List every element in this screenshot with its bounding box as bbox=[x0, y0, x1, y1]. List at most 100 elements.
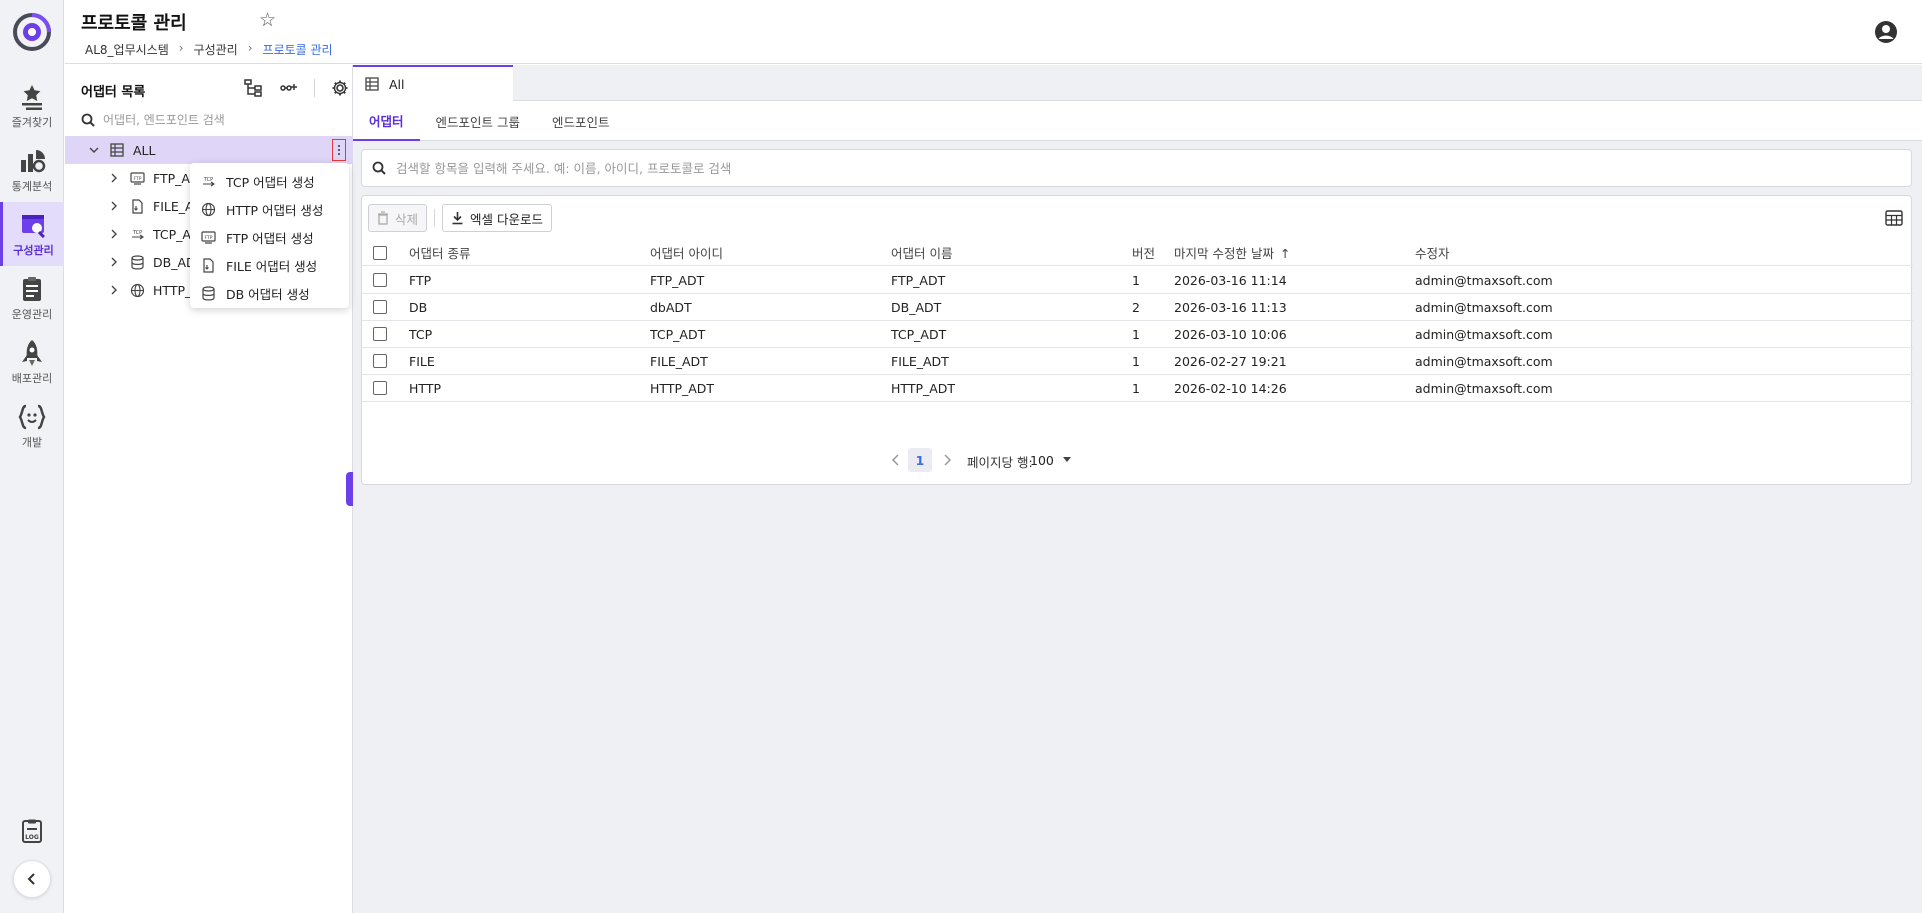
menu-item-create-ftp[interactable]: FTP FTP 어댑터 생성 bbox=[190, 223, 349, 251]
account-icon[interactable] bbox=[1874, 20, 1898, 44]
select-all-checkbox[interactable] bbox=[373, 246, 387, 260]
list-table-icon bbox=[365, 77, 379, 91]
rail-item-configuration[interactable]: 구성관리 bbox=[0, 202, 64, 266]
chevron-down-icon[interactable] bbox=[87, 143, 101, 157]
table-row[interactable]: DB dbADT DB_ADT 2 2026-03-16 11:13 admin@tmax… bbox=[362, 294, 1913, 321]
row-checkbox[interactable] bbox=[373, 327, 387, 341]
menu-item-create-http[interactable]: HTTP 어댑터 생성 bbox=[190, 195, 349, 223]
cell-modified: 2026-03-16 11:13 bbox=[1174, 299, 1287, 315]
chevron-right-icon[interactable] bbox=[107, 199, 121, 213]
cell-type: FILE bbox=[409, 353, 435, 369]
main-content: All 어댑터 엔드포인트 그룹 엔드포인트 삭제 엑셀 다운로드 어댑터 종류… bbox=[353, 65, 1922, 913]
cell-modified: 2026-03-16 11:14 bbox=[1174, 272, 1287, 288]
menu-item-create-db[interactable]: DB 어댑터 생성 bbox=[190, 279, 349, 307]
collapse-rail-button[interactable] bbox=[13, 860, 51, 898]
rocket-icon bbox=[22, 340, 42, 366]
cell-id: FTP_ADT bbox=[650, 272, 705, 288]
column-settings-icon[interactable] bbox=[1885, 209, 1903, 227]
breadcrumb-item[interactable]: AL8_업무시스템 bbox=[85, 41, 169, 58]
rail-item-statistics[interactable]: 통계분석 bbox=[0, 138, 64, 202]
row-checkbox[interactable] bbox=[373, 273, 387, 287]
column-header-id[interactable]: 어댑터 아이디 bbox=[650, 243, 723, 262]
cell-name: DB_ADT bbox=[891, 299, 942, 315]
column-header-modified[interactable]: 마지막 수정한 날짜 ↑ bbox=[1174, 243, 1290, 262]
tree-search-input[interactable] bbox=[103, 113, 323, 127]
cell-name: HTTP_ADT bbox=[891, 380, 956, 396]
delete-button[interactable]: 삭제 bbox=[368, 204, 428, 232]
chevron-right-icon[interactable] bbox=[107, 255, 121, 269]
rows-per-page-select[interactable]: 100 bbox=[1030, 449, 1072, 471]
chevron-right-icon[interactable] bbox=[107, 171, 121, 185]
chevron-right-icon[interactable] bbox=[107, 283, 121, 297]
cell-name: FILE_ADT bbox=[891, 353, 949, 369]
tree-settings-button[interactable] bbox=[329, 77, 351, 99]
subtab-endpoint[interactable]: 엔드포인트 bbox=[536, 101, 626, 141]
rail-item-label: 구성관리 bbox=[13, 244, 54, 257]
table-row[interactable]: TCP TCP_ADT TCP_ADT 1 2026-03-10 10:06 admin@… bbox=[362, 321, 1913, 348]
rail-item-favorites[interactable]: 즐겨찾기 bbox=[0, 74, 64, 138]
globe-icon bbox=[200, 201, 216, 217]
rail-item-operations[interactable]: 운영관리 bbox=[0, 266, 64, 330]
page-number[interactable]: 1 bbox=[908, 448, 932, 472]
subtab-adapter[interactable]: 어댑터 bbox=[353, 101, 420, 141]
cell-name: FTP_ADT bbox=[891, 272, 946, 288]
rows-per-page-value: 100 bbox=[1030, 452, 1054, 468]
tcp-icon: TCP bbox=[129, 226, 145, 242]
rail-item-deployment[interactable]: 배포관리 bbox=[0, 330, 64, 394]
tree-node-label: TCP_Al bbox=[153, 226, 195, 242]
excel-download-button[interactable]: 엑셀 다운로드 bbox=[442, 204, 552, 232]
chevron-right-icon[interactable] bbox=[938, 451, 956, 469]
menu-item-label: HTTP 어댑터 생성 bbox=[226, 202, 324, 218]
cell-version: 1 bbox=[1132, 272, 1140, 288]
hierarchy-view-button[interactable] bbox=[242, 77, 264, 99]
menu-item-label: TCP 어댑터 생성 bbox=[226, 174, 315, 190]
menu-item-label: DB 어댑터 생성 bbox=[226, 286, 310, 302]
adapter-grid: 삭제 엑셀 다운로드 어댑터 종류 어댑터 아이디 어댑터 이름 버전 마지막 … bbox=[361, 195, 1913, 485]
search-icon bbox=[81, 113, 95, 127]
row-checkbox[interactable] bbox=[373, 300, 387, 314]
menu-item-create-file[interactable]: FILE 어댑터 생성 bbox=[190, 251, 349, 279]
tab-all[interactable]: All bbox=[353, 65, 513, 101]
rail-item-development[interactable]: 개발 bbox=[0, 394, 64, 458]
rail-item-label: 개발 bbox=[21, 436, 43, 449]
column-header-modifier[interactable]: 수정자 bbox=[1415, 243, 1450, 262]
cell-version: 1 bbox=[1132, 353, 1140, 369]
chevron-left-icon[interactable] bbox=[887, 451, 905, 469]
column-header-version[interactable]: 버전 bbox=[1132, 243, 1155, 262]
chevron-right-icon[interactable] bbox=[107, 227, 121, 241]
cell-modifier: admin@tmaxsoft.com bbox=[1415, 353, 1553, 369]
rail-item-label: 운영관리 bbox=[11, 308, 53, 321]
rail-item-label: 배포관리 bbox=[11, 372, 53, 385]
menu-item-create-tcp[interactable]: TCP TCP 어댑터 생성 bbox=[190, 167, 349, 195]
tab-label: All bbox=[389, 76, 405, 92]
table-row[interactable]: FILE FILE_ADT FILE_ADT 1 2026-02-27 19:21 adm… bbox=[362, 348, 1913, 375]
tree-node-label: FILE_A bbox=[153, 198, 194, 214]
database-icon bbox=[129, 254, 145, 270]
subtab-endpoint-group[interactable]: 엔드포인트 그룹 bbox=[420, 101, 536, 141]
cell-version: 2 bbox=[1132, 299, 1140, 315]
cell-type: TCP bbox=[409, 326, 433, 342]
svg-text:FTP: FTP bbox=[133, 176, 141, 182]
grid-search-input[interactable] bbox=[396, 160, 1796, 176]
add-node-button[interactable] bbox=[278, 77, 300, 99]
table-row[interactable]: FTP FTP_ADT FTP_ADT 1 2026-03-16 11:14 admin@… bbox=[362, 267, 1913, 294]
tree-panel-title: 어댑터 목록 bbox=[81, 85, 146, 100]
breadcrumb-item[interactable]: 구성관리 bbox=[194, 41, 238, 58]
app-logo-icon[interactable] bbox=[12, 12, 52, 52]
ftp-icon: FTP bbox=[200, 229, 216, 245]
row-checkbox[interactable] bbox=[373, 381, 387, 395]
table-header: 어댑터 종류 어댑터 아이디 어댑터 이름 버전 마지막 수정한 날짜 ↑ 수정자 bbox=[362, 240, 1913, 266]
log-icon[interactable]: LOG bbox=[19, 818, 45, 844]
chart-icon bbox=[21, 150, 46, 173]
cell-modified: 2026-03-10 10:06 bbox=[1174, 326, 1287, 342]
cell-id: HTTP_ADT bbox=[650, 380, 715, 396]
favorite-star-icon[interactable]: ☆ bbox=[259, 9, 276, 31]
row-checkbox[interactable] bbox=[373, 354, 387, 368]
table-row[interactable]: HTTP HTTP_ADT HTTP_ADT 1 2026-02-10 14:26 adm… bbox=[362, 375, 1913, 402]
column-header-name[interactable]: 어댑터 이름 bbox=[891, 243, 952, 262]
tree-node-all[interactable]: ALL bbox=[65, 136, 353, 164]
menu-item-label: FTP 어댑터 생성 bbox=[226, 230, 314, 246]
column-header-type[interactable]: 어댑터 종류 bbox=[409, 243, 470, 262]
panel-resize-handle[interactable] bbox=[346, 472, 353, 506]
more-options-button[interactable] bbox=[332, 139, 346, 161]
